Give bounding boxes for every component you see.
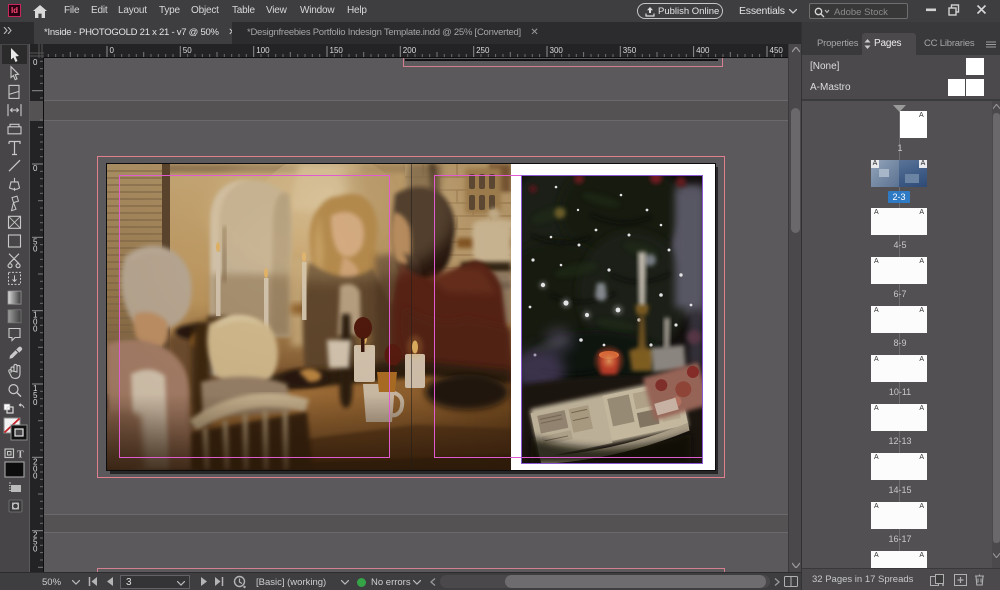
- svg-text:200: 200: [403, 46, 417, 55]
- svg-text:350: 350: [623, 46, 637, 55]
- svg-text:300: 300: [550, 46, 564, 55]
- svg-text:400: 400: [696, 46, 710, 55]
- svg-text:0: 0: [33, 325, 38, 334]
- svg-text:0: 0: [33, 471, 38, 480]
- svg-text:0: 0: [33, 164, 38, 173]
- svg-text:450: 450: [770, 46, 784, 55]
- svg-text:T: T: [17, 450, 24, 461]
- svg-text:50: 50: [183, 46, 192, 55]
- svg-text:0: 0: [110, 46, 115, 55]
- svg-text:0: 0: [33, 398, 38, 407]
- svg-text:0: 0: [33, 244, 38, 253]
- svg-text:0: 0: [33, 58, 38, 67]
- svg-text:0: 0: [33, 545, 38, 554]
- svg-text:100: 100: [256, 46, 270, 55]
- svg-text:250: 250: [476, 46, 490, 55]
- svg-text:150: 150: [330, 46, 344, 55]
